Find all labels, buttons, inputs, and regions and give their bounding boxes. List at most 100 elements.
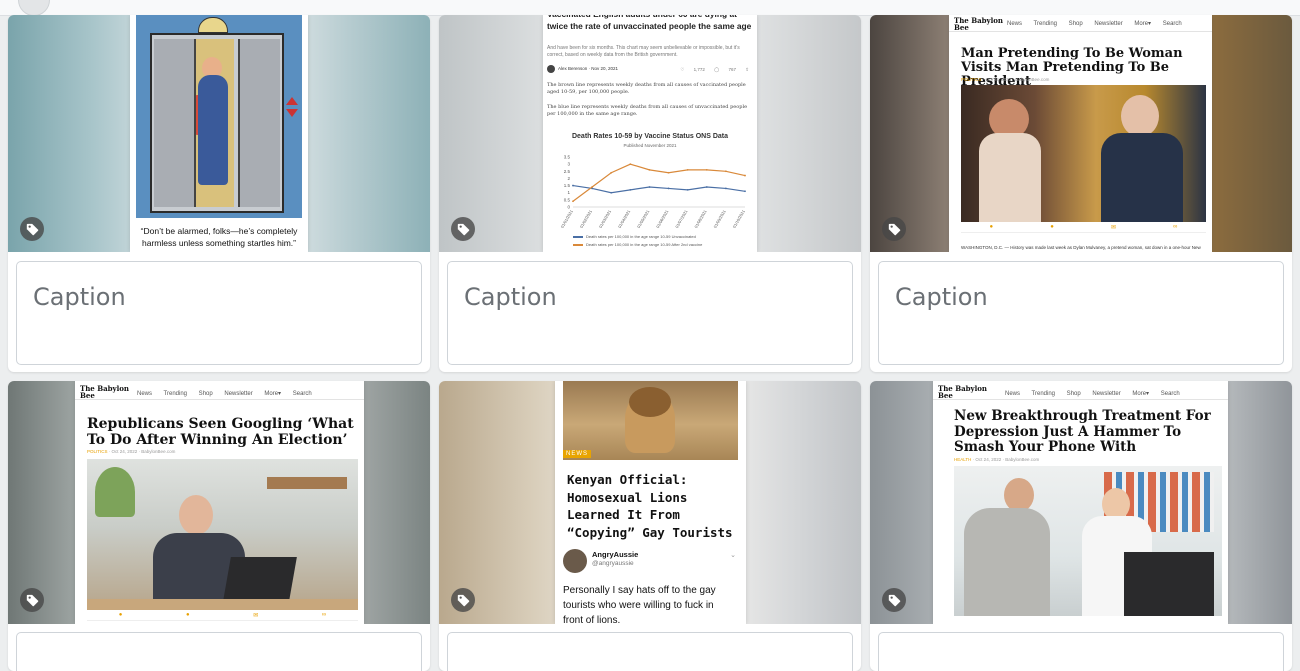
share-bar: ● ● ✉ ∞ bbox=[87, 610, 358, 621]
caption-input[interactable]: Caption bbox=[16, 261, 422, 365]
article-headline: Republicans Seen Googling ‘What To Do Af… bbox=[87, 416, 354, 448]
article-body: WASHINGTON, D.C. — History was made last… bbox=[961, 245, 1201, 250]
article-photo bbox=[87, 459, 358, 610]
data-point bbox=[629, 188, 632, 191]
data-point bbox=[705, 168, 708, 171]
post-image-1[interactable]: “Don’t be alarmed, folks—he’s completely… bbox=[8, 15, 430, 252]
y-tick-label: 3.5 bbox=[564, 155, 571, 160]
post-card-3: The Babylon Bee News Trending Shop Newsl… bbox=[870, 15, 1292, 372]
data-point bbox=[648, 186, 651, 188]
data-point bbox=[591, 186, 594, 188]
article-subtitle: And have been for six months. This chart… bbox=[547, 45, 740, 58]
chart-legend: Death rates per 100,000 in the age range… bbox=[573, 234, 751, 247]
site-nav: The Babylon Bee News Trending Shop Newsl… bbox=[933, 381, 1228, 400]
x-tick-label: 01/04/2021 bbox=[617, 208, 632, 229]
caption-input[interactable] bbox=[878, 632, 1284, 671]
article-meta: POLITICS · Oct 24, 2022 · BabylonBee.com bbox=[87, 449, 176, 454]
data-point bbox=[629, 163, 632, 166]
article-title: Vaccinated English adults under 60 are d… bbox=[547, 15, 752, 31]
x-tick-label: 01/08/2021 bbox=[693, 208, 708, 229]
elevator-arrows-icon bbox=[286, 97, 298, 127]
data-point bbox=[648, 168, 651, 171]
babylon-bee-screenshot: The Babylon Bee News Trending Shop Newsl… bbox=[933, 381, 1228, 624]
y-tick-label: 1 bbox=[567, 190, 570, 195]
x-tick-label: 01/03/2021 bbox=[598, 208, 613, 229]
avatar[interactable] bbox=[18, 0, 50, 16]
tag-icon[interactable] bbox=[451, 217, 475, 241]
facebook-icon[interactable]: ● bbox=[119, 612, 123, 618]
data-point bbox=[705, 186, 708, 188]
post-card-2: Vaccinated English adults under 60 are d… bbox=[439, 15, 861, 372]
tag-icon[interactable] bbox=[20, 588, 44, 612]
post-card-4: The Babylon Bee News Trending Shop Newsl… bbox=[8, 381, 430, 671]
email-icon[interactable]: ✉ bbox=[1111, 224, 1116, 231]
elevator-dial-icon bbox=[198, 17, 228, 33]
y-tick-label: 0.5 bbox=[564, 197, 571, 202]
caption-placeholder: Caption bbox=[33, 283, 126, 311]
facebook-icon[interactable]: ● bbox=[990, 224, 994, 230]
legend-unvax: Death rates per 100,000 in the age range… bbox=[573, 234, 751, 239]
author-avatar bbox=[547, 65, 555, 73]
twitter-icon[interactable]: ● bbox=[1050, 224, 1054, 230]
data-point bbox=[572, 184, 574, 187]
article-author: Alex Berenson · Nov 20, 2021 bbox=[547, 65, 618, 73]
top-toolbar bbox=[0, 0, 1300, 16]
x-tick-label: 01/01/2021 bbox=[560, 208, 575, 229]
article-actions: ♡ 1,772 ◯ 767 ⇪ bbox=[680, 67, 749, 72]
caption-placeholder: Caption bbox=[895, 283, 988, 311]
post-image-3[interactable]: The Babylon Bee News Trending Shop Newsl… bbox=[870, 15, 1292, 252]
twitter-icon[interactable]: ● bbox=[186, 612, 190, 618]
article-photo bbox=[961, 85, 1206, 222]
site-nav-links: News Trending Shop Newsletter More▾ Sear… bbox=[1007, 21, 1182, 27]
y-tick-label: 2.5 bbox=[564, 169, 571, 174]
article-photo bbox=[954, 466, 1222, 616]
site-nav: The Babylon Bee News Trending Shop Newsl… bbox=[949, 15, 1212, 32]
data-point bbox=[724, 187, 727, 190]
post-image-6[interactable]: The Babylon Bee News Trending Shop Newsl… bbox=[870, 381, 1292, 624]
post-card-1: “Don’t be alarmed, folks—he’s completely… bbox=[8, 15, 430, 372]
data-point bbox=[610, 191, 613, 194]
series-line-unvax bbox=[572, 184, 746, 194]
cartoon-image: “Don’t be alarmed, folks—he’s completely… bbox=[130, 15, 308, 252]
x-tick-label: 01/02/2021 bbox=[579, 208, 594, 229]
tag-icon[interactable] bbox=[882, 588, 906, 612]
y-tick-label: 2 bbox=[567, 176, 570, 181]
legend-swatch-vax bbox=[573, 243, 583, 246]
post-card-5: NEWS Kenyan Official: Homosexual Lions L… bbox=[439, 381, 861, 671]
post-image-2[interactable]: Vaccinated English adults under 60 are d… bbox=[439, 15, 861, 252]
post-image-4[interactable]: The Babylon Bee News Trending Shop Newsl… bbox=[8, 381, 430, 624]
x-tick-label: 01/05/2021 bbox=[636, 208, 651, 229]
tag-icon[interactable] bbox=[882, 217, 906, 241]
email-icon[interactable]: ✉ bbox=[253, 612, 258, 619]
article-headline: Kenyan Official: Homosexual Lions Learne… bbox=[567, 472, 733, 540]
chart-subtitle: Published November 2021 bbox=[623, 143, 677, 148]
x-tick-label: 01/06/2021 bbox=[655, 208, 670, 229]
post-image-5[interactable]: NEWS Kenyan Official: Homosexual Lions L… bbox=[439, 381, 861, 624]
y-tick-label: 3 bbox=[567, 162, 570, 167]
babylon-bee-screenshot: The Babylon Bee News Trending Shop Newsl… bbox=[75, 381, 364, 624]
link-icon[interactable]: ∞ bbox=[322, 612, 326, 618]
caption-input[interactable] bbox=[16, 632, 422, 671]
caption-input[interactable] bbox=[447, 632, 853, 671]
legend-vax: Death rates per 100,000 in the age range… bbox=[573, 242, 751, 247]
caption-input[interactable]: Caption bbox=[878, 261, 1284, 365]
avatar bbox=[563, 549, 587, 573]
data-point bbox=[610, 171, 613, 174]
data-point bbox=[572, 200, 574, 203]
cartoon-caption: “Don’t be alarmed, folks—he’s completely… bbox=[140, 226, 298, 248]
site-nav-links: News Trending Shop Newsletter More▾ Sear… bbox=[137, 391, 312, 397]
tag-icon[interactable] bbox=[451, 588, 475, 612]
article-screenshot: Vaccinated English adults under 60 are d… bbox=[543, 15, 757, 252]
tag-icon[interactable] bbox=[20, 217, 44, 241]
cartoon-art bbox=[136, 15, 302, 218]
series-line-vax bbox=[572, 163, 746, 202]
caption-placeholder: Caption bbox=[464, 283, 557, 311]
link-icon[interactable]: ∞ bbox=[1173, 224, 1177, 230]
site-nav: The Babylon Bee News Trending Shop Newsl… bbox=[75, 381, 364, 400]
x-tick-label: 01/10/2021 bbox=[732, 208, 747, 229]
article-meta: POLITICS · Oct 24, 2022 · BabylonBee.com bbox=[961, 77, 1050, 82]
x-tick-label: 01/09/2021 bbox=[712, 208, 727, 229]
chevron-down-icon: ⌄ bbox=[730, 552, 736, 559]
data-point bbox=[744, 190, 746, 193]
caption-input[interactable]: Caption bbox=[447, 261, 853, 365]
